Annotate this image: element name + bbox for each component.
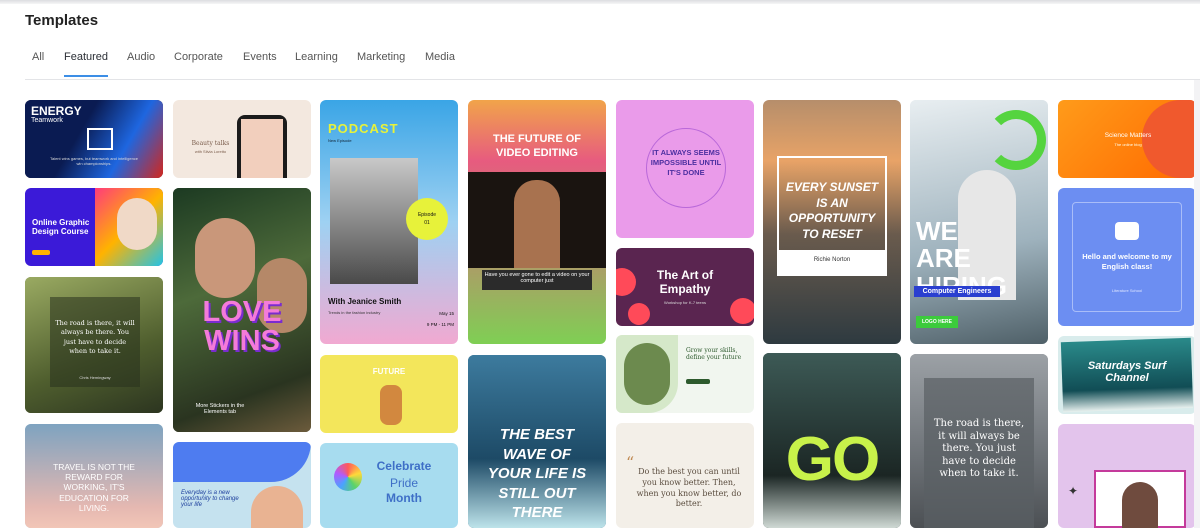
card-topic: Trends in the fashion industry [328,310,381,315]
template-card-science[interactable]: Science Matters The online blog [1058,100,1196,178]
person-photo [195,218,255,298]
card-quote: THE BEST WAVE OF YOUR LIFE IS STILL OUT … [487,426,587,521]
person-photo [241,119,283,178]
card-subtitle: with Silvia Loretto [194,149,227,154]
card-quote: Hello and welcome to my English class! [1082,252,1172,271]
card-subtitle: Teamwork [31,117,63,124]
card-subtitle: More Stickers in the Elements tab [195,403,245,415]
card-quote: Talent wins games, but teamwork and inte… [49,156,139,166]
host-photo [330,158,418,284]
card-quote: TRAVEL IS NOT THE REWARD FOR WORKING, IT… [53,462,135,513]
hand-icon [380,385,402,425]
template-card-english-class[interactable]: Hello and welcome to my English class! L… [1058,188,1196,326]
template-card-energy[interactable]: ENERGY Teamwork Talent wins games, but t… [25,100,163,178]
template-card-graphic-design[interactable]: Online Graphic Design Course [25,188,163,266]
card-title: LOVE WINS [202,296,282,357]
tab-media[interactable]: Media [425,51,455,75]
card-quote: The road is there, it will always be the… [933,418,1025,479]
card-subtitle: New Episode [328,138,352,143]
card-title: Online Graphic Design Course [32,218,90,236]
template-card-video-editing[interactable]: THE FUTURE OF VIDEO EDITING Have you eve… [468,100,606,344]
card-subtitle: Month [386,491,422,505]
person-photo [117,198,157,250]
person-photo [514,180,560,268]
card-subtitle: The online blog [1114,142,1142,147]
tab-events[interactable]: Events [243,51,277,75]
template-card-sunset[interactable]: EVERY SUNSET IS AN OPPORTUNITY TO RESET … [763,100,901,344]
card-title: FUTURE [372,367,406,376]
template-card-do-the-best[interactable]: “ Do the best you can until you know bet… [616,423,754,528]
template-card-go[interactable]: GO [763,353,901,528]
template-card-impossible[interactable]: IT ALWAYS SEEMS IMPOSSIBLE UNTIL IT'S DO… [616,100,754,238]
card-author: Chris Hemingway [79,375,111,380]
template-card-beauty-talks[interactable]: Beauty talks with Silvia Loretto [173,100,311,178]
card-title: Science Matters [1104,132,1152,139]
host-name: With Jeanice Smith [328,297,402,306]
card-quote: Do the best you can until you know bette… [636,467,742,509]
template-card-everyday[interactable]: Everyday is a new opportunity to change … [173,442,311,528]
card-quote: Grow your skills, define your future [686,347,742,361]
card-title: Celebrate [376,459,432,473]
template-card-travel[interactable]: TRAVEL IS NOT THE REWARD FOR WORKING, IT… [25,424,163,528]
card-subtitle: Literature School [1111,288,1143,293]
basketball-hoop-icon [87,128,113,150]
job-tag: Computer Engineers [922,288,992,295]
template-card-surf[interactable]: Saturdays Surf Channel [1058,336,1196,414]
logo-placeholder: LOGO HERE [921,319,952,325]
tab-all[interactable]: All [32,51,44,75]
card-title: GO [785,425,880,494]
template-card-podcast[interactable]: PODCAST New Episode Episode 01 With Jean… [320,100,458,344]
card-subtitle: Workshop for K-7 teens [664,300,706,305]
card-quote: IT ALWAYS SEEMS IMPOSSIBLE UNTIL IT'S DO… [650,148,722,177]
card-title: ENERGY [31,104,82,118]
window-top-edge [0,0,1200,4]
template-card-art-of-empathy[interactable]: The Art of Empathy Workshop for K-7 teen… [616,248,754,326]
template-card-future[interactable]: FUTURE [320,355,458,433]
person-photo [1122,482,1158,528]
tab-corporate[interactable]: Corporate [174,51,223,75]
episode-number: 01 [424,220,430,226]
template-card-love-wins[interactable]: LOVE WINS More Stickers in the Elements … [173,188,311,432]
chat-bubble-icon [1115,222,1139,240]
tab-audio[interactable]: Audio [127,51,155,75]
page-title: Templates [25,12,99,29]
card-quote: The road is there, it will always be the… [55,319,135,356]
scrollbar[interactable] [1194,80,1200,528]
template-card-webcam[interactable]: ✦ [1058,424,1196,528]
person-photo [624,343,670,405]
tab-marketing[interactable]: Marketing [357,51,405,75]
category-tabs: All Featured Audio Corporate Events Lear… [25,44,1200,80]
card-quote: Everyday is a new opportunity to change … [181,490,239,508]
template-card-road-quote[interactable]: The road is there, it will always be the… [25,277,163,413]
template-card-road-quote-2[interactable]: The road is there, it will always be the… [910,354,1048,528]
template-card-pride[interactable]: Celebrate Pride Month [320,443,458,528]
tab-learning[interactable]: Learning [295,51,338,75]
card-time: 9 PM - 11 PM [426,322,454,327]
tab-featured[interactable]: Featured [64,51,109,77]
card-title: Beauty talks [191,140,230,147]
template-card-hiring[interactable]: WE ARE HIRING Computer Engineers LOGO HE… [910,100,1048,344]
card-title: THE FUTURE OF VIDEO EDITING [493,133,581,160]
card-author: Richie Norton [813,257,851,263]
card-title: PODCAST [328,121,399,136]
card-date: May 15 [439,311,454,316]
template-card-grow-skills[interactable]: Grow your skills, define your future [616,335,754,413]
card-caption: Have you ever gone to edit a video on yo… [484,272,590,284]
template-card-wave[interactable]: THE BEST WAVE OF YOUR LIFE IS STILL OUT … [468,355,606,528]
card-title: The Art of Empathy [656,268,714,297]
card-title: Saturdays Surf Channel [1087,360,1167,385]
episode-badge: Episode [417,212,437,218]
card-subtitle: Pride [389,476,418,490]
person-photo [251,486,303,528]
card-quote: EVERY SUNSET IS AN OPPORTUNITY TO RESET [785,180,879,241]
